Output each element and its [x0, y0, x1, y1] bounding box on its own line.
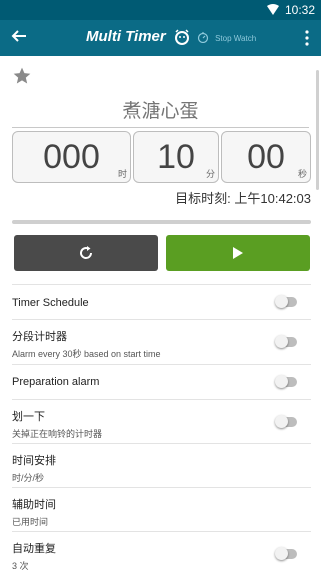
setting-sub: 已用时间	[12, 517, 49, 527]
favorite-star-icon[interactable]	[12, 66, 32, 86]
status-time: 10:32	[284, 3, 315, 17]
auto-repeat-switch[interactable]	[275, 546, 297, 560]
setting-sub: 时/分/秒	[12, 473, 45, 483]
hours-value: 000	[43, 138, 100, 176]
setting-label: Timer Schedule	[12, 297, 89, 309]
setting-preparation-alarm[interactable]: Preparation alarm	[12, 364, 311, 399]
app-bar: Multi Timer Stop Watch	[0, 20, 321, 56]
swipe-switch[interactable]	[275, 414, 297, 428]
app-title: Multi Timer	[86, 28, 166, 45]
timer-schedule-switch[interactable]	[275, 295, 297, 308]
preparation-alarm-switch[interactable]	[275, 375, 297, 388]
setting-label: 辅助时间	[12, 499, 56, 511]
alarm-clock-icon	[175, 29, 190, 45]
setting-sub: Alarm every 30秒 based on start time	[12, 349, 161, 359]
stopwatch-label[interactable]: Stop Watch	[215, 34, 256, 43]
seconds-field[interactable]: 00 秒	[221, 131, 311, 183]
refresh-icon	[80, 246, 93, 259]
minutes-unit: 分	[205, 169, 215, 179]
start-button[interactable]	[166, 235, 310, 271]
reset-button[interactable]	[14, 235, 158, 271]
hours-field[interactable]: 000 时	[12, 131, 131, 183]
back-arrow-icon[interactable]	[10, 27, 28, 45]
wifi-icon	[267, 4, 279, 15]
setting-aux-time[interactable]: 辅助时间 已用时间	[12, 487, 311, 531]
setting-label: 划一下	[12, 411, 45, 423]
setting-auto-repeat[interactable]: 自动重复 3 次	[12, 531, 311, 575]
interval-timer-switch[interactable]	[275, 335, 297, 348]
minutes-field[interactable]: 10 分	[133, 131, 219, 183]
stopwatch-icon	[197, 31, 208, 43]
setting-label: 分段计时器	[12, 331, 67, 343]
setting-label: 时间安排	[12, 455, 56, 467]
timer-name[interactable]: 煮溏心蛋	[12, 96, 309, 128]
setting-label: Preparation alarm	[12, 376, 100, 388]
status-bar: 10:32	[0, 0, 321, 20]
overflow-menu-icon[interactable]	[305, 30, 309, 46]
app-logo: Multi Timer Stop Watch	[86, 28, 256, 50]
target-time: 目标时刻: 上午10:42:03	[175, 191, 311, 206]
setting-label: 自动重复	[12, 543, 56, 555]
seconds-value: 00	[247, 138, 285, 176]
play-icon	[233, 247, 243, 259]
scrollbar[interactable]	[316, 70, 319, 190]
setting-swipe[interactable]: 划一下 关掉正在响铃的计时器	[12, 399, 311, 443]
hours-unit: 时	[117, 169, 127, 179]
setting-sub: 关掉正在响铃的计时器	[12, 429, 103, 439]
setting-time-arrangement[interactable]: 时间安排 时/分/秒	[12, 443, 311, 487]
setting-interval-timer[interactable]: 分段计时器 Alarm every 30秒 based on start tim…	[12, 319, 311, 364]
progress-bar	[12, 220, 311, 224]
seconds-unit: 秒	[297, 169, 307, 179]
settings-list: Timer Schedule 分段计时器 Alarm every 30秒 bas…	[12, 284, 311, 575]
setting-timer-schedule[interactable]: Timer Schedule	[12, 284, 311, 319]
